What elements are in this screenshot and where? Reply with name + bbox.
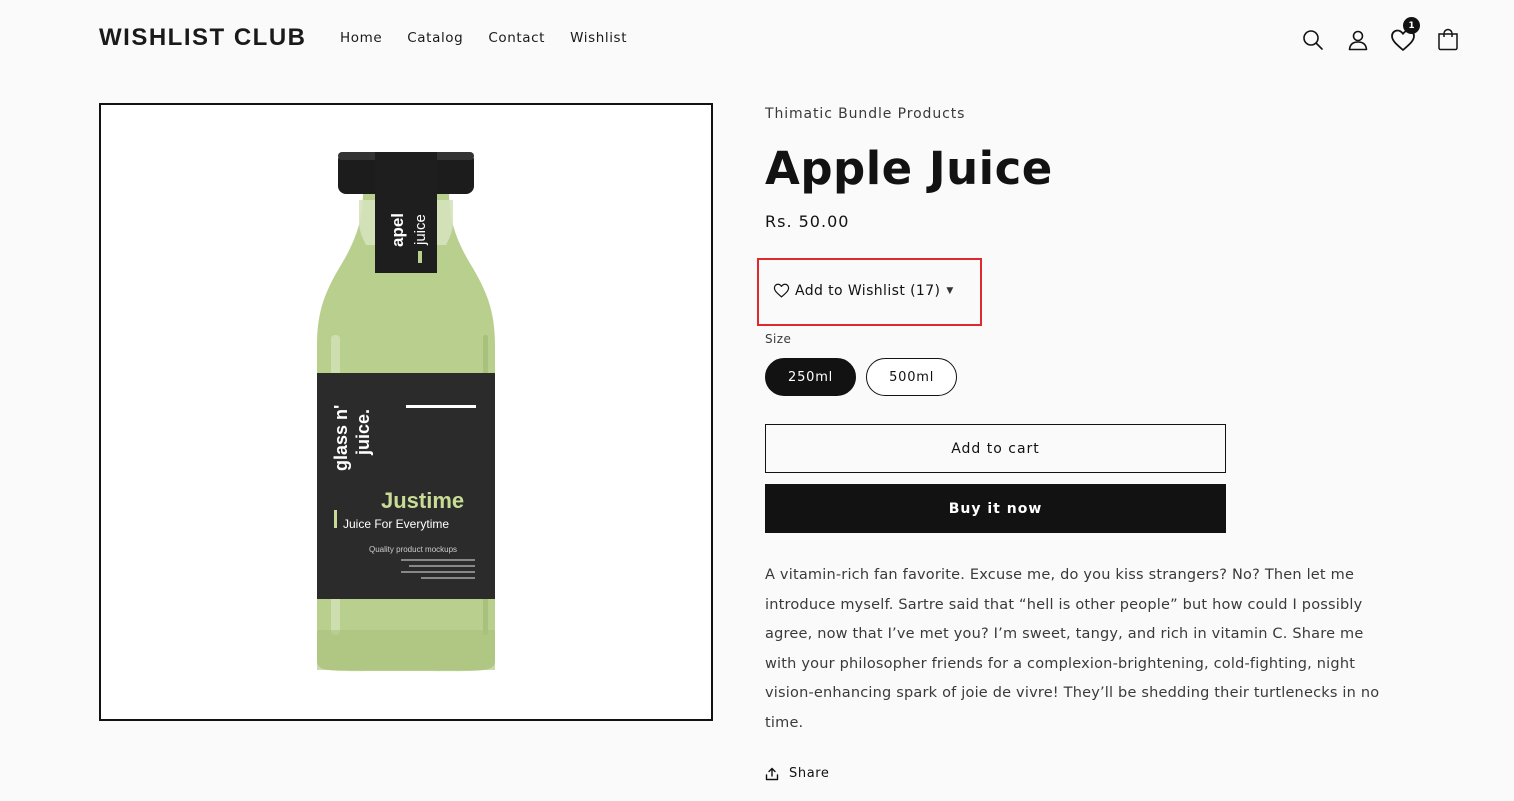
bottle-tagline-text: Juice For Everytime [343, 517, 449, 531]
nav-catalog[interactable]: Catalog [407, 30, 463, 46]
header-icons: 1 [1286, 17, 1466, 58]
product-price: Rs. 50.00 [765, 211, 850, 231]
brand-vertical-text: glass n' [331, 405, 351, 471]
cap-label-text: apel [388, 213, 407, 247]
caret-down-icon: ▼ [946, 285, 954, 296]
nav-wishlist[interactable]: Wishlist [570, 30, 627, 46]
search-icon [1303, 30, 1323, 50]
product-image[interactable]: apel juice glass n' juice. Justime Juice… [99, 103, 713, 721]
bottle-name-text: Justime [381, 488, 464, 513]
size-label: Size [765, 332, 792, 346]
product-description: A vitamin-rich fan favorite. Excuse me, … [765, 567, 1380, 731]
add-to-cart-button[interactable]: Add to cart [765, 424, 1226, 473]
heart-outline-icon [773, 283, 790, 298]
juice-bottle-image: apel juice glass n' juice. Justime Juice… [317, 152, 495, 672]
share-button[interactable]: Share [765, 766, 830, 781]
product-info: Thimatic Bundle Products Apple Juice Rs.… [757, 106, 1390, 781]
main-nav: Home Catalog Contact Wishlist [340, 30, 652, 46]
product-title: Apple Juice [765, 142, 1053, 195]
user-icon [1348, 30, 1368, 51]
share-label: Share [789, 766, 830, 781]
brand-vertical-text-2: juice. [353, 409, 373, 456]
product-vendor: Thimatic Bundle Products [765, 106, 966, 122]
bottle-small-text: Quality product mockups [369, 545, 457, 554]
account-button[interactable] [1340, 22, 1376, 58]
cart-icon [1438, 28, 1458, 51]
cap-label-text-2: juice [412, 214, 429, 246]
search-button[interactable] [1295, 22, 1331, 58]
size-option-500ml[interactable]: 500ml [866, 358, 958, 396]
add-to-wishlist-button[interactable]: Add to Wishlist (17) ▼ [773, 282, 954, 299]
site-logo[interactable]: WISHLIST CLUB [99, 24, 306, 52]
site-header: WISHLIST CLUB Home Catalog Contact Wishl… [0, 0, 1514, 78]
share-icon [765, 767, 779, 780]
add-to-wishlist-label: Add to Wishlist (17) [795, 282, 941, 299]
size-option-250ml[interactable]: 250ml [765, 358, 857, 396]
wishlist-header-button[interactable]: 1 [1385, 17, 1421, 58]
wishlist-count-badge: 1 [1403, 17, 1420, 34]
nav-home[interactable]: Home [340, 30, 382, 46]
cart-button[interactable] [1430, 22, 1466, 58]
nav-contact[interactable]: Contact [488, 30, 545, 46]
buy-now-button[interactable]: Buy it now [765, 484, 1226, 533]
size-options: 250ml 500ml [765, 358, 967, 396]
